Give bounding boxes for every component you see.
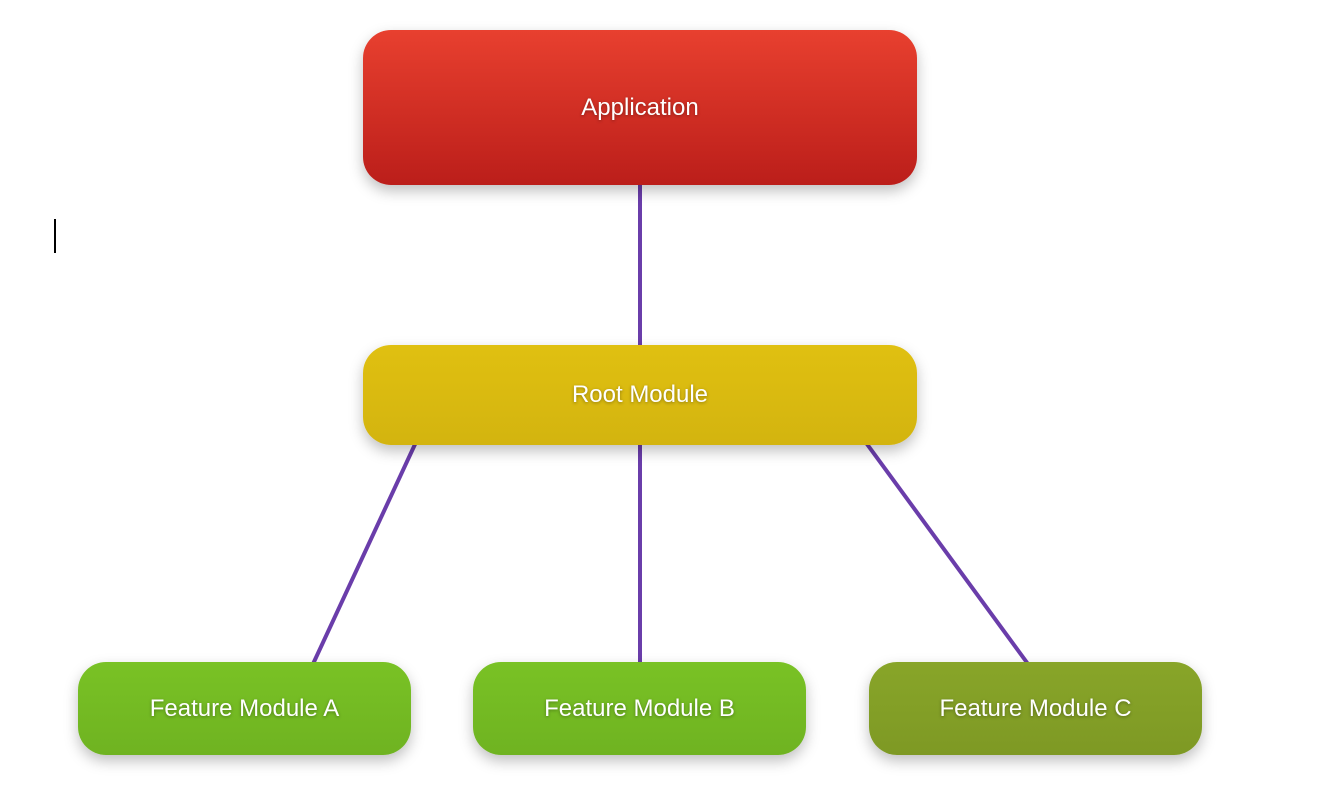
node-feature-a: Feature Module A — [78, 662, 411, 755]
node-label: Application — [581, 94, 698, 122]
node-feature-b: Feature Module B — [473, 662, 806, 755]
node-label: Feature Module A — [150, 695, 339, 723]
edge-root-feature-c — [864, 440, 1028, 664]
node-label: Feature Module B — [544, 695, 735, 723]
edge-root-feature-a — [313, 440, 417, 664]
node-label: Feature Module C — [939, 695, 1131, 723]
node-feature-c: Feature Module C — [869, 662, 1202, 755]
node-application: Application — [363, 30, 917, 185]
node-label: Root Module — [572, 381, 708, 409]
node-root-module: Root Module — [363, 345, 917, 445]
text-cursor — [54, 219, 56, 253]
